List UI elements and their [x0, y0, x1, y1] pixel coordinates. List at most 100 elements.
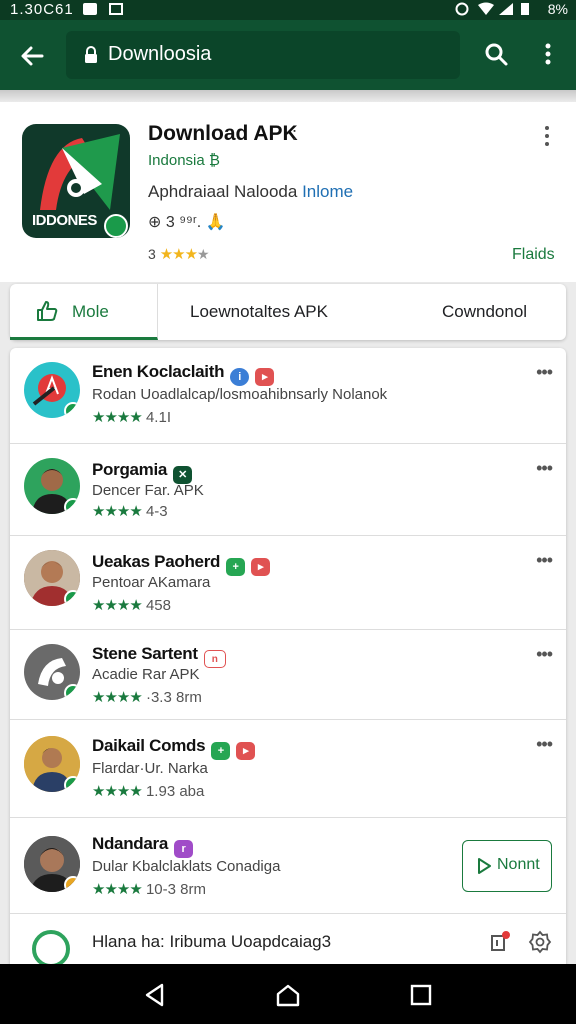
list-item-title-text: Porgamia	[92, 460, 168, 479]
download-notification-icon	[108, 2, 124, 16]
battery-icon	[520, 2, 536, 16]
list-item-rating: ★★★★ 10-3 8rm	[92, 880, 206, 898]
app-rating-value: 3	[148, 246, 156, 262]
list-item-title-text: Stene Sartent	[92, 644, 198, 663]
more-menu-icon[interactable]: •••	[536, 644, 553, 665]
app-title: Download APK	[148, 122, 298, 145]
rating-value: 10-3 8rm	[145, 881, 206, 898]
app-logo-icon[interactable]: IDDONES	[22, 124, 130, 238]
avatar	[24, 644, 80, 700]
verified-badge-icon	[64, 498, 80, 514]
back-arrow-icon[interactable]	[18, 42, 46, 70]
list-item-title: Porgamia ✕	[92, 460, 193, 484]
list-item-subtitle: Dencer Far. APK	[92, 482, 204, 499]
lock-icon	[84, 46, 98, 64]
search-icon[interactable]	[482, 40, 510, 68]
thumbs-up-icon	[36, 300, 58, 322]
nav-recents-icon[interactable]	[408, 982, 434, 1008]
list-item-title-text: Ndandara	[92, 834, 169, 853]
list-item-title: Daikail Comds + ▸	[92, 736, 256, 760]
alarm-icon	[454, 2, 470, 16]
tag-badge-icon: r	[174, 840, 194, 858]
list-item[interactable]: Stene Sartent n Acadie Rar APK ★★★★ ·3.3 …	[10, 630, 566, 720]
video-badge-icon: ▸	[236, 742, 256, 760]
list-item-rating: ★★★★ 1.93 aba	[92, 782, 204, 800]
fields-link[interactable]: Flaids	[512, 246, 555, 264]
app-overflow-menu-icon[interactable]	[540, 124, 554, 148]
list-item[interactable]: Porgamia ✕ Dencer Far. APK ★★★★ 4-3 •••	[10, 444, 566, 536]
system-navigation-bar	[0, 964, 576, 1024]
rating-stars: ★★★★	[92, 597, 143, 614]
list-item[interactable]: Ueakas Paoherd + ▸ Pentoar AKamara ★★★★ 45…	[10, 536, 566, 630]
overflow-menu-icon[interactable]	[538, 40, 558, 68]
app-rating-empty-star: ★	[197, 246, 210, 262]
list-item-title: Ndandara r	[92, 834, 194, 858]
rating-value: ·3.3 8rm	[145, 689, 202, 706]
footer-text: Hlana ha: Iribuma Uoapdcaiag3	[92, 932, 332, 951]
app-logo-text: IDDONES	[32, 212, 97, 229]
tab-mole[interactable]: Mole	[10, 284, 158, 340]
list-item[interactable]: Daikail Comds + ▸ Flardar·Ur. Narka ★★★★ 1…	[10, 720, 566, 818]
list-item-subtitle: Dular Kbalclaklats Conadiga	[92, 858, 281, 875]
list-item-rating: ★★★★ 4-3	[92, 502, 168, 520]
app-title-suffix: :	[292, 124, 298, 144]
new-badge-icon: n	[203, 650, 226, 668]
list-item-title-text: Daikail Comds	[92, 736, 206, 755]
tab-bar: Mole Loewnotaltes APK Cowndonol	[10, 284, 566, 340]
list-item-title-text: Ueakas Paoherd	[92, 552, 221, 571]
list-item-title-text: Enen Koclaclaith	[92, 362, 225, 381]
notification-bell-icon[interactable]	[488, 930, 512, 954]
video-badge-icon: ▸	[251, 558, 271, 576]
rating-stars: ★★★★	[92, 881, 143, 898]
verified-badge-icon	[104, 214, 128, 238]
avatar	[24, 362, 80, 418]
nav-back-icon[interactable]	[142, 982, 168, 1008]
notification-icon	[82, 2, 98, 16]
plus-badge-icon: +	[226, 558, 246, 576]
list-item-title: Ueakas Paoherd + ▸	[92, 552, 271, 576]
list-item-subtitle: Flardar·Ur. Narka	[92, 760, 208, 777]
play-icon	[477, 858, 491, 874]
address-bar[interactable]: Downloosia	[66, 31, 460, 79]
tab-label: Cowndonol	[442, 302, 528, 321]
rating-stars: ★★★★	[92, 409, 143, 426]
app-header-card: IDDONES Download APK : Indonsia ₿ Aphdra…	[0, 102, 576, 282]
rating-stars: ★★★★	[92, 783, 143, 800]
more-menu-icon[interactable]: •••	[536, 734, 553, 755]
verified-badge-icon	[64, 876, 80, 892]
list-item[interactable]: Enen Koclaclaith i ▸ Rodan Uoadlalcap/losm…	[10, 348, 566, 444]
tab-downloads-apk[interactable]: Loewnotaltes APK	[190, 284, 390, 340]
install-button-label: Nonnt	[497, 856, 540, 873]
tab-download[interactable]: Cowndonol	[442, 284, 562, 340]
rating-value: 1.93 aba	[145, 783, 205, 800]
install-button[interactable]: Nonnt	[462, 840, 552, 892]
tab-label: Loewnotaltes APK	[190, 302, 328, 321]
avatar	[24, 836, 80, 892]
app-developer-link[interactable]: Indonsia ₿	[148, 152, 220, 169]
rating-value: 4.1I	[145, 409, 171, 426]
more-menu-icon[interactable]: •••	[536, 362, 553, 383]
list-item-title: Stene Sartent n	[92, 644, 226, 668]
avatar	[24, 736, 80, 792]
signal-icon	[498, 2, 514, 16]
settings-gear-icon[interactable]	[528, 930, 552, 954]
app-description: Aphdraiaal Nalooda Inlome	[148, 182, 353, 202]
more-menu-icon[interactable]: •••	[536, 458, 553, 479]
video-badge-icon: ▸	[255, 368, 275, 386]
plus-badge-icon: +	[211, 742, 231, 760]
list-item-title: Enen Koclaclaith i ▸	[92, 362, 275, 386]
rating-stars: ★★★★	[92, 689, 143, 706]
url-text: Downloosia	[108, 43, 212, 65]
verified-badge-icon	[64, 776, 80, 792]
app-rating-stars: ★★★	[159, 246, 198, 263]
wifi-icon	[478, 2, 494, 16]
list-item-rating: ★★★★ 4.1I	[92, 408, 171, 426]
status-bar: 1.30C61 8%	[0, 0, 576, 20]
verified-badge-icon	[64, 590, 80, 606]
rating-stars: ★★★★	[92, 503, 143, 520]
list-item-subtitle: Pentoar AKamara	[92, 574, 211, 591]
app-description-link[interactable]: Inlome	[302, 182, 353, 201]
app-list: Enen Koclaclaith i ▸ Rodan Uoadlalcap/losm…	[10, 348, 566, 988]
more-menu-icon[interactable]: •••	[536, 550, 553, 571]
nav-home-icon[interactable]	[275, 982, 301, 1008]
